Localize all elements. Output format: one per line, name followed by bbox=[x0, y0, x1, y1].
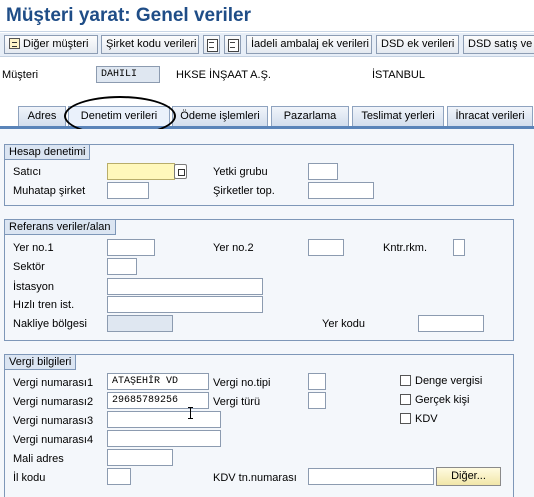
tax-type-field[interactable] bbox=[308, 392, 326, 409]
title-bar: Müşteri yarat: Genel veriler bbox=[0, 0, 534, 32]
tab-odeme-islemleri[interactable]: Ödeme işlemleri bbox=[172, 106, 268, 126]
express-station-field[interactable] bbox=[107, 296, 263, 313]
page-title: Müşteri yarat: Genel veriler bbox=[6, 5, 251, 26]
tab-teslimat-yerleri[interactable]: Teslimat yerleri bbox=[352, 106, 444, 126]
tax-number4-field[interactable] bbox=[107, 430, 221, 447]
application-toolbar: Diğer müşteri Şirket kodu verileri İadel… bbox=[0, 33, 534, 57]
other-customer-button[interactable]: Diğer müşteri bbox=[4, 35, 98, 54]
print-icon[interactable] bbox=[203, 35, 220, 54]
group-title: Vergi bilgileri bbox=[5, 355, 77, 370]
tab-pazarlama[interactable]: Pazarlama bbox=[271, 106, 349, 126]
location-no1-field[interactable] bbox=[107, 239, 155, 256]
tab-adres[interactable]: Adres bbox=[18, 106, 66, 126]
city-code-field[interactable] bbox=[107, 468, 131, 485]
location-code-label: Yer kodu bbox=[322, 318, 366, 330]
document-icon bbox=[9, 38, 20, 49]
customer-label: Müşteri bbox=[2, 69, 39, 81]
returnable-packaging-button[interactable]: İadeli ambalaj ek verileri bbox=[246, 35, 372, 54]
train-station-label: İstasyon bbox=[13, 281, 54, 293]
train-station-field[interactable] bbox=[107, 278, 263, 295]
tax-number3-label: Vergi numarası3 bbox=[13, 415, 94, 427]
tax-address-label: Mali adres bbox=[13, 453, 64, 465]
dsd-sales-button[interactable]: DSD satış ve bbox=[463, 35, 534, 54]
customer-name: HKSE İNŞAAT A.Ş. bbox=[176, 69, 271, 81]
tax-number1-field[interactable]: ATAŞEHİR VD bbox=[107, 373, 209, 390]
vat-number-label: KDV tn.numarası bbox=[213, 472, 297, 484]
vendor-field[interactable] bbox=[107, 163, 175, 180]
dsd-extra-data-button[interactable]: DSD ek verileri bbox=[376, 35, 459, 54]
tax-number3-field[interactable] bbox=[107, 411, 221, 428]
tax-number2-field[interactable]: 29685789256 bbox=[107, 392, 209, 409]
tax-number1-label: Vergi numarası1 bbox=[13, 377, 94, 389]
corporate-group-label: Şirketler top. bbox=[213, 185, 275, 197]
company-code-data-button[interactable]: Şirket kodu verileri bbox=[101, 35, 199, 54]
tax-address-field[interactable] bbox=[107, 449, 173, 466]
vendor-label: Satıcı bbox=[13, 166, 42, 178]
transport-zone-field bbox=[107, 315, 173, 332]
check-digit-field[interactable] bbox=[453, 239, 465, 256]
tax-type-label: Vergi türü bbox=[213, 396, 261, 408]
tab-ihracat-verileri[interactable]: İhracat verileri bbox=[447, 106, 533, 126]
authorization-group-field[interactable] bbox=[308, 163, 338, 180]
industry-label: Sektör bbox=[13, 261, 45, 273]
city-code-label: İl kodu bbox=[13, 472, 46, 484]
vat-label: KDV bbox=[415, 413, 438, 425]
customer-city: İSTANBUL bbox=[372, 69, 425, 81]
tax-number-type-label: Vergi no.tipi bbox=[213, 377, 271, 389]
vat-checkbox[interactable] bbox=[400, 413, 411, 424]
industry-field[interactable] bbox=[107, 258, 137, 275]
check-digit-label: Kntr.rkm. bbox=[383, 242, 428, 254]
location-no1-label: Yer no.1 bbox=[13, 242, 54, 254]
corporate-group-field[interactable] bbox=[308, 182, 374, 199]
tax-number-type-field[interactable] bbox=[308, 373, 326, 390]
equalization-tax-label: Denge vergisi bbox=[415, 375, 483, 387]
location-no2-label: Yer no.2 bbox=[213, 242, 254, 254]
text-cursor-icon bbox=[188, 407, 193, 419]
trading-partner-label: Muhatap şirket bbox=[13, 185, 86, 197]
document-view-icon[interactable] bbox=[224, 35, 241, 54]
transport-zone-label: Nakliye bölgesi bbox=[13, 318, 87, 330]
customer-number-field: DAHILI bbox=[96, 66, 160, 83]
natural-person-label: Gerçek kişi bbox=[415, 394, 470, 406]
group-title: Referans veriler/alan bbox=[5, 220, 116, 235]
tax-number2-label: Vergi numarası2 bbox=[13, 396, 94, 408]
group-title: Hesap denetimi bbox=[5, 145, 91, 160]
tax-number4-label: Vergi numarası4 bbox=[13, 434, 94, 446]
search-help-icon[interactable] bbox=[174, 164, 187, 179]
equalization-tax-checkbox[interactable] bbox=[400, 375, 411, 386]
vat-number-field[interactable] bbox=[308, 468, 434, 485]
natural-person-checkbox[interactable] bbox=[400, 394, 411, 405]
location-no2-field[interactable] bbox=[308, 239, 344, 256]
authorization-group-label: Yetki grubu bbox=[213, 166, 268, 178]
location-code-field[interactable] bbox=[418, 315, 484, 332]
express-station-label: Hızlı tren ist. bbox=[13, 299, 75, 311]
other-vat-button[interactable]: Diğer... bbox=[436, 467, 501, 486]
trading-partner-field[interactable] bbox=[107, 182, 149, 199]
